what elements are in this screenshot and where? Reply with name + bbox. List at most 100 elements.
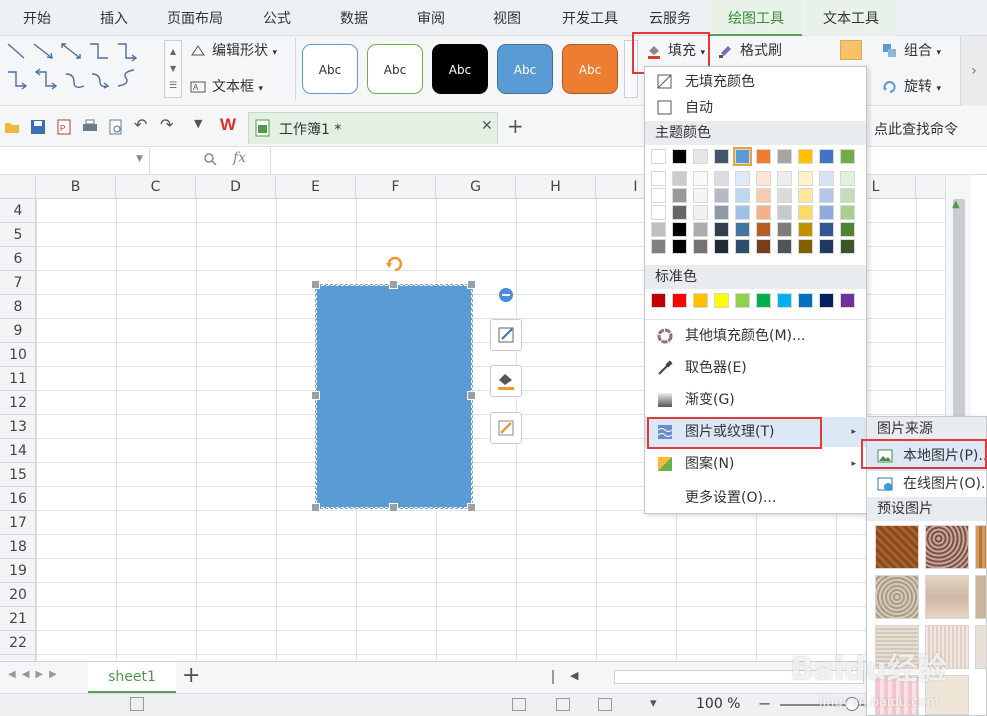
column-header[interactable]: F [356, 175, 436, 199]
preset-texture[interactable] [975, 575, 987, 619]
theme-color-swatch[interactable] [693, 222, 708, 237]
float-fill-button[interactable] [490, 365, 522, 397]
document-tab[interactable]: 工作簿1 * ✕ [248, 112, 498, 144]
shape-style-1[interactable]: Abc [302, 44, 358, 94]
page-break-view-icon[interactable] [598, 698, 612, 711]
collapse-toolbar-icon[interactable] [498, 287, 514, 303]
save-icon[interactable] [30, 119, 46, 135]
theme-color-swatch[interactable] [693, 205, 708, 220]
theme-color-swatch[interactable] [735, 171, 750, 186]
theme-color-swatch[interactable] [819, 222, 834, 237]
preset-texture[interactable] [875, 575, 919, 619]
theme-color-swatch[interactable] [651, 149, 666, 164]
menu-item-more-colors[interactable]: 其他填充颜色(M)... [645, 321, 866, 351]
name-box[interactable]: ▼ [0, 148, 150, 174]
column-header[interactable]: C [116, 175, 196, 199]
shape-style-3[interactable]: Abc [432, 44, 488, 94]
new-tab-icon[interactable]: + [507, 114, 524, 138]
theme-color-swatch[interactable] [735, 222, 750, 237]
select-all-corner[interactable] [0, 175, 36, 199]
theme-color-swatch[interactable] [651, 171, 666, 186]
theme-color-swatch[interactable] [756, 239, 771, 254]
preset-texture[interactable] [875, 525, 919, 569]
theme-color-swatch[interactable] [777, 239, 792, 254]
theme-color-swatch[interactable] [819, 149, 834, 164]
theme-color-swatch[interactable] [714, 222, 729, 237]
theme-color-swatch[interactable] [693, 149, 708, 164]
wps-logo-icon[interactable]: W [220, 115, 236, 135]
split-handle[interactable] [552, 670, 554, 684]
theme-color-swatch[interactable] [735, 205, 750, 220]
text-box-button[interactable]: A 文本框 ▾ [188, 74, 263, 100]
theme-color-swatch[interactable] [840, 205, 855, 220]
resize-handle[interactable] [311, 280, 320, 289]
resize-handle[interactable] [467, 280, 476, 289]
theme-color-swatch[interactable] [798, 239, 813, 254]
align-icon[interactable] [840, 40, 862, 60]
gallery-scroll[interactable]: ▲ ▼ ☰ [164, 40, 182, 98]
theme-color-swatch[interactable] [777, 222, 792, 237]
undo-icon[interactable]: ↶ [134, 115, 147, 134]
rotate-handle-icon[interactable] [384, 253, 406, 275]
tab-view[interactable]: 视图 [474, 0, 540, 36]
theme-color-swatch[interactable] [714, 239, 729, 254]
row-header[interactable]: 20 [0, 583, 36, 607]
theme-color-swatch[interactable] [693, 239, 708, 254]
theme-color-swatch[interactable] [735, 188, 750, 203]
name-box-dropdown-icon[interactable]: ▼ [136, 154, 143, 164]
group-button[interactable]: 组合 ▾ [880, 38, 941, 64]
row-header[interactable]: 13 [0, 415, 36, 439]
theme-color-swatch[interactable] [777, 188, 792, 203]
theme-color-swatch[interactable] [798, 171, 813, 186]
theme-color-swatch[interactable] [651, 222, 666, 237]
zoom-out-icon[interactable]: − [758, 694, 771, 713]
theme-color-swatch[interactable] [777, 171, 792, 186]
tab-review[interactable]: 审阅 [398, 0, 464, 36]
theme-color-swatch[interactable] [672, 222, 687, 237]
column-header[interactable]: B [36, 175, 116, 199]
theme-color-swatch[interactable] [798, 188, 813, 203]
zoom-function-icon[interactable] [203, 152, 217, 166]
tab-developer[interactable]: 开发工具 [552, 0, 628, 36]
resize-handle[interactable] [467, 503, 476, 512]
scroll-left-icon[interactable]: ◀ [570, 669, 578, 682]
line-shapes-gallery[interactable] [0, 38, 170, 102]
theme-color-swatch[interactable] [756, 205, 771, 220]
theme-color-swatch[interactable] [672, 171, 687, 186]
tab-home[interactable]: 开始 [4, 0, 70, 36]
float-outline-button[interactable] [490, 319, 522, 351]
theme-color-swatch[interactable] [651, 205, 666, 220]
resize-handle[interactable] [311, 503, 320, 512]
tab-page-layout[interactable]: 页面布局 [152, 0, 238, 36]
standard-color-swatch[interactable] [840, 293, 855, 308]
row-header[interactable]: 8 [0, 295, 36, 319]
theme-color-swatch[interactable] [651, 188, 666, 203]
tab-formula[interactable]: 公式 [244, 0, 310, 36]
column-header[interactable]: G [436, 175, 516, 199]
row-header[interactable]: 15 [0, 463, 36, 487]
shape-style-4[interactable]: Abc [497, 44, 553, 94]
row-header[interactable]: 11 [0, 367, 36, 391]
close-tab-icon[interactable]: ✕ [481, 118, 493, 134]
search-command[interactable]: 点此查找命令 [874, 119, 958, 139]
tab-insert[interactable]: 插入 [80, 0, 148, 36]
theme-color-swatch[interactable] [840, 171, 855, 186]
theme-color-swatch[interactable] [756, 149, 771, 164]
normal-view-icon[interactable] [512, 698, 526, 711]
theme-color-swatch[interactable] [798, 149, 813, 164]
row-header[interactable]: 10 [0, 343, 36, 367]
row-header[interactable]: 18 [0, 535, 36, 559]
export-pdf-icon[interactable]: P [56, 119, 72, 135]
row-header[interactable]: 19 [0, 559, 36, 583]
menu-item-gradient[interactable]: 渐变(G) [645, 385, 866, 415]
theme-color-swatch[interactable] [840, 149, 855, 164]
zoom-level[interactable]: 100 % [696, 696, 740, 712]
menu-item-online-picture[interactable]: 在线图片(O)... [867, 469, 986, 499]
vertical-scroll-thumb[interactable] [953, 199, 965, 449]
theme-color-swatch[interactable] [777, 149, 792, 164]
theme-color-swatch[interactable] [819, 171, 834, 186]
preset-texture[interactable] [925, 575, 969, 619]
add-sheet-icon[interactable]: + [182, 663, 200, 688]
theme-color-swatch[interactable] [693, 171, 708, 186]
theme-color-swatch[interactable] [798, 205, 813, 220]
